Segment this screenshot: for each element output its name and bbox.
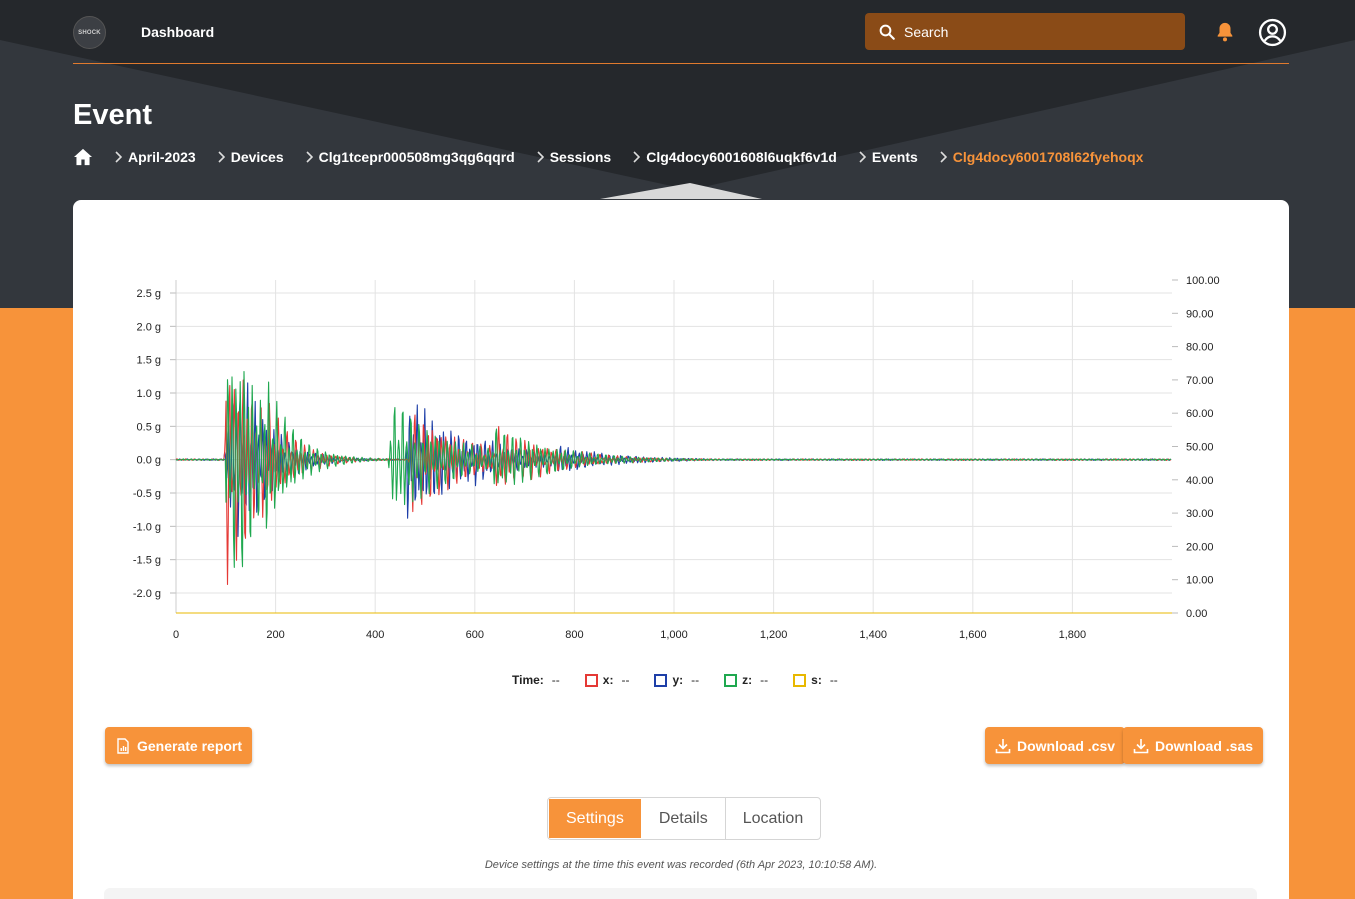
legend-z-value: -- [760,673,769,687]
y-right-tick-label: 40.00 [1186,475,1214,487]
legend-s-swatch [793,673,807,687]
y-right-tick-label: 10.00 [1186,575,1214,587]
download-csv-button[interactable]: Download .csv [985,727,1126,764]
y-right-tick-label: 30.00 [1186,508,1214,520]
breadcrumb-item[interactable]: April-2023 [114,149,196,165]
y-left-tick-label: 2.0 g [137,321,161,333]
breadcrumb: April-2023 Devices Clg1tcepr000508mg3qg6… [73,148,1164,166]
y-right-tick-label: 50.00 [1186,442,1214,454]
generate-report-button[interactable]: Generate report [105,727,253,764]
legend-time-label: Time: [512,673,544,687]
breadcrumb-home[interactable] [73,148,93,166]
app-logo[interactable]: SHOCK [73,16,106,49]
y-left-tick-label: 0.5 g [137,421,161,433]
breadcrumb-label: Clg1tcepr000508mg3qg6qqrd [318,149,515,165]
legend-y-value: -- [691,673,700,687]
breadcrumb-item[interactable]: Devices [217,149,284,165]
acceleration-chart[interactable]: 0 200 400 600 800 1,000 1,200 1,400 1,600 1,800 2.… [73,200,1289,650]
generate-report-label: Generate report [137,737,243,754]
chevron-right-icon [633,151,641,163]
search-placeholder: Search [904,23,949,40]
event-card: 0 200 400 600 800 1,000 1,200 1,400 1,600 1,800 2.… [73,200,1289,899]
y-left-tick-label: 1.5 g [137,355,161,367]
y-right-tick-label: 20.00 [1186,541,1214,553]
legend-z-key: z: [742,673,753,687]
settings-panel [104,888,1257,899]
breadcrumb-label: Events [871,149,918,165]
download-sas-label: Download .sas [1155,737,1254,754]
logo-text: SHOCK [78,29,101,36]
y-left-tick-label: -1.5 g [133,555,161,567]
x-tick-label: 0 [173,629,179,641]
breadcrumb-item[interactable]: Events [858,149,918,165]
chevron-right-icon [306,151,313,163]
report-icon [117,737,129,754]
legend-x-key: x: [602,673,614,687]
download-sas-button[interactable]: Download .sas [1123,727,1264,764]
y-left-tick-label: 1.0 g [137,388,161,400]
y-right-tick-label: 90.00 [1186,308,1214,320]
y-left-tick-label: 0.0 g [137,455,161,467]
tab-details[interactable]: Details [642,798,726,839]
legend-s-value: -- [829,673,838,687]
top-navbar: SHOCK Dashboard Search [73,0,1289,64]
x-tick-label: 1,400 [859,629,887,641]
legend-z-swatch [724,673,738,687]
chevron-right-icon [115,151,122,163]
x-tick-label: 600 [466,629,484,641]
x-tick-label: 1,600 [959,629,987,641]
y-left-tick-label: -0.5 g [133,488,161,500]
download-icon [995,738,1011,753]
settings-caption: Device settings at the time this event w… [484,859,878,871]
x-tick-label: 400 [366,629,384,641]
legend-y-key: y: [672,673,684,687]
legend-y-swatch [654,673,668,687]
tab-settings[interactable]: Settings [548,798,642,839]
breadcrumb-item[interactable]: Clg1tcepr000508mg3qg6qqrd [305,149,515,165]
download-csv-label: Download .csv [1017,737,1116,754]
x-tick-label: 1,800 [1059,629,1087,641]
y-left-tick-label: -2.0 g [133,588,161,600]
legend-x-swatch [584,673,598,687]
home-icon [74,148,92,166]
search-icon [879,24,895,40]
nav-dashboard-link[interactable]: Dashboard [141,24,214,40]
chevron-right-icon [537,151,544,163]
breadcrumb-label: Clg4docy6001708l62fyehoqx [952,149,1144,165]
y-right-tick-label: 0.00 [1186,608,1207,620]
breadcrumb-label: Sessions [549,149,612,165]
chart-legend: Time: -- x: -- y: -- z: -- s: -- [512,673,863,687]
y-right-tick-label: 70.00 [1186,375,1214,387]
legend-x-value: -- [621,673,630,687]
tab-location[interactable]: Location [726,798,820,839]
account-circle-icon[interactable] [1258,18,1287,47]
breadcrumb-label: Clg4docy6001608l6uqkf6v1d [646,149,837,165]
legend-time-value: -- [551,673,560,687]
y-left-tick-label: -1.0 g [133,521,161,533]
notification-bell-icon[interactable] [1214,21,1236,43]
event-tabs: Settings Details Location [547,797,822,840]
chevron-right-icon [859,151,866,163]
breadcrumb-label: Devices [230,149,284,165]
x-tick-label: 1,200 [760,629,788,641]
chevron-right-icon [940,151,947,163]
y-right-tick-label: 80.00 [1186,342,1214,354]
chevron-right-icon [218,151,225,163]
download-icon [1133,738,1149,753]
breadcrumb-item[interactable]: Clg4docy6001608l6uqkf6v1d [632,149,837,165]
x-tick-label: 200 [266,629,284,641]
x-tick-label: 1,000 [660,629,688,641]
search-box[interactable]: Search [865,13,1185,50]
y-left-tick-label: 2.5 g [137,288,161,300]
legend-s-key: s: [811,673,822,687]
y-right-tick-label: 60.00 [1186,408,1214,420]
page-title: Event [73,99,152,131]
y-right-tick-label: 100.00 [1186,275,1220,287]
breadcrumb-item-current: Clg4docy6001708l62fyehoqx [939,149,1144,165]
breadcrumb-label: April-2023 [128,149,196,165]
x-tick-label: 800 [565,629,583,641]
breadcrumb-item[interactable]: Sessions [536,149,611,165]
